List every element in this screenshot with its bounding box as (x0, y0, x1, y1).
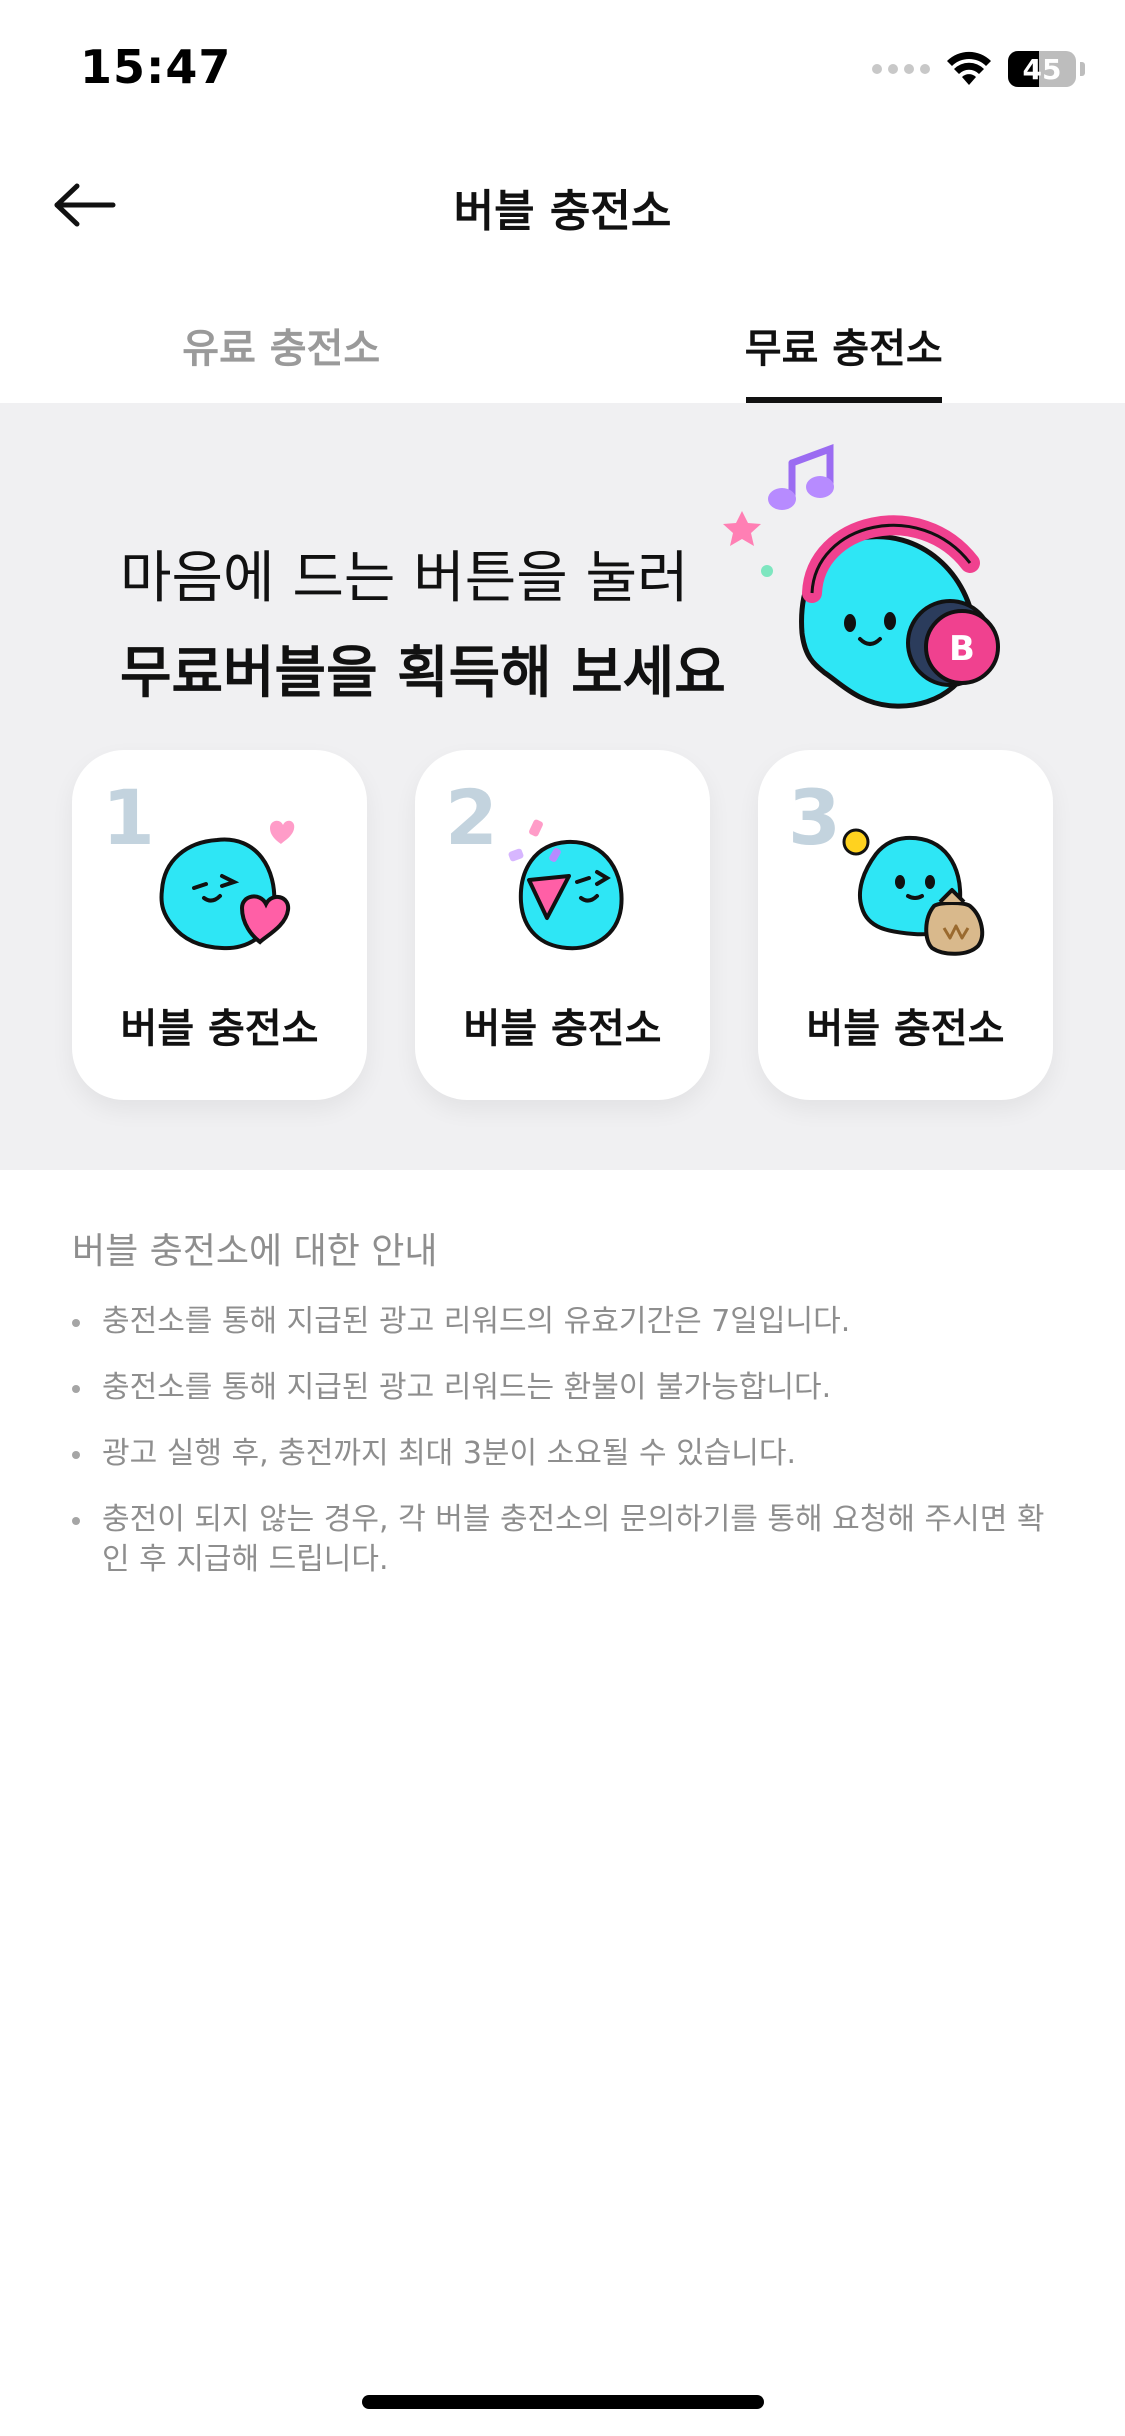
mascot-party-popper-icon (508, 819, 624, 951)
status-icons: 45 (872, 48, 1085, 90)
wifi-icon (947, 51, 991, 85)
tab-bar: 유료 충전소 무료 충전소 (0, 300, 1125, 403)
mascot-money-bag-icon (842, 828, 985, 956)
tab-paid-station[interactable]: 유료 충전소 (0, 300, 563, 403)
promo-text-line2: 무료버블을 획득해 보세요 (120, 641, 726, 706)
card-label: 버블 충전소 (806, 1006, 1005, 1052)
info-section: 버블 충전소에 대한 안내 충전소를 통해 지급된 광고 리워드의 유효기간은 … (72, 1222, 1062, 1606)
info-list-item: 충전소를 통해 지급된 광고 리워드의 유효기간은 7일입니다. (72, 1302, 1062, 1342)
tab-label: 무료 충전소 (744, 326, 943, 372)
mascot-headphones-icon: B (723, 443, 1000, 709)
card-label: 버블 충전소 (120, 1006, 319, 1052)
info-list-item: 광고 실행 후, 충전까지 최대 3분이 소요될 수 있습니다. (72, 1434, 1062, 1474)
star-icon (723, 511, 761, 546)
music-note-icon (768, 443, 834, 510)
home-indicator[interactable] (362, 2395, 764, 2409)
battery-icon: 45 (1008, 51, 1076, 87)
info-list-item: 충전소를 통해 지급된 광고 리워드는 환불이 불가능합니다. (72, 1368, 1062, 1408)
status-bar: 15:47 45 (0, 0, 1125, 132)
tab-label: 유료 충전소 (182, 326, 381, 372)
battery-percent: 45 (1022, 52, 1062, 86)
app-header: 버블 충전소 (0, 150, 1125, 260)
station-card-2[interactable]: 2 버블 충전소 (415, 750, 710, 1100)
page-title: 버블 충전소 (453, 186, 672, 237)
card-label: 버블 충전소 (463, 1006, 662, 1052)
station-card-3[interactable]: 3 버블 충전소 (758, 750, 1053, 1100)
info-list: 충전소를 통해 지급된 광고 리워드의 유효기간은 7일입니다. 충전소를 통해… (72, 1302, 1062, 1580)
mascot-heart-icon (159, 820, 295, 951)
mascot-badge-letter: B (949, 629, 975, 669)
promo-section: 마음에 드는 버튼을 눌러 무료버블을 획득해 보세요 B 1 버블 충전소 2… (0, 403, 1125, 1170)
cellular-signal-icon (872, 64, 930, 74)
station-cards: 1 버블 충전소 2 버블 충전소 3 버블 충전소 (72, 750, 1053, 1100)
promo-text-line1: 마음에 드는 버튼을 눌러 (120, 546, 689, 611)
station-card-1[interactable]: 1 버블 충전소 (72, 750, 367, 1100)
tab-free-station[interactable]: 무료 충전소 (563, 300, 1125, 403)
status-time: 15:47 (80, 40, 232, 94)
info-title: 버블 충전소에 대한 안내 (72, 1231, 438, 1272)
battery-cap (1080, 62, 1085, 76)
info-list-item: 충전이 되지 않는 경우, 각 버블 충전소의 문의하기를 통해 요청해 주시면… (72, 1500, 1062, 1580)
